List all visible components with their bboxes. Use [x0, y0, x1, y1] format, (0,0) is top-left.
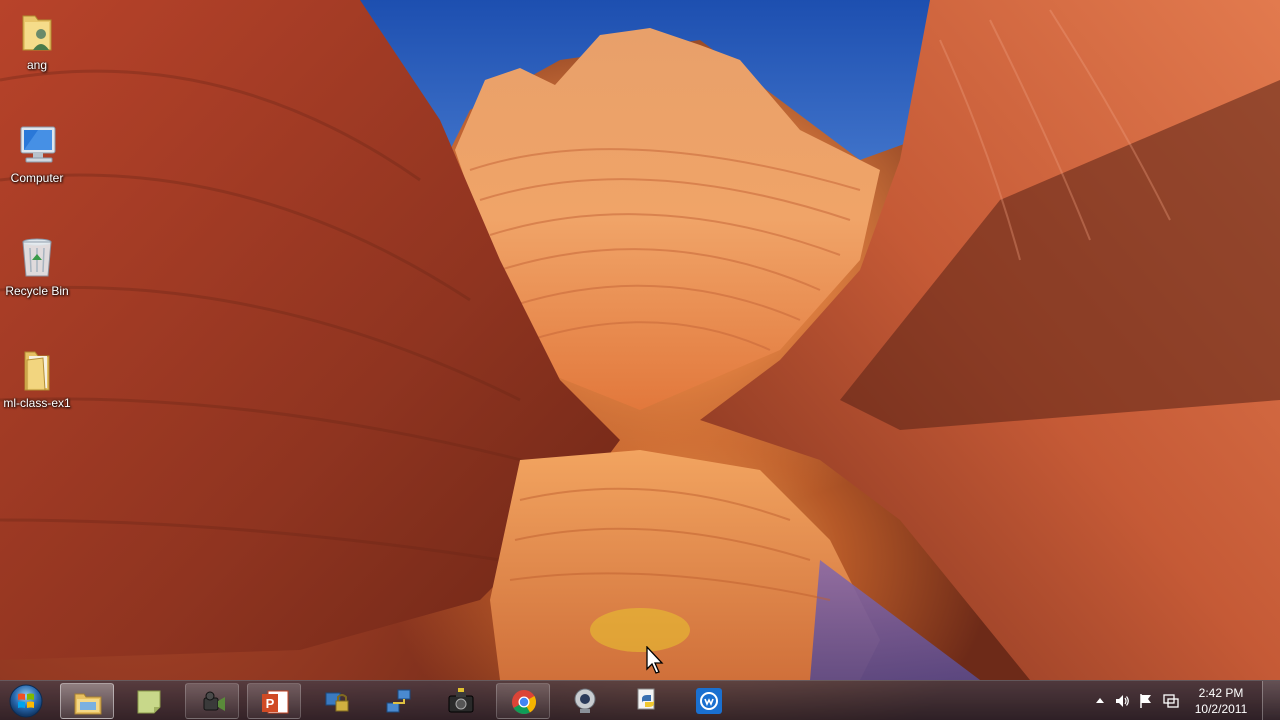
camcorder-icon	[203, 691, 225, 711]
computer-icon	[20, 126, 56, 163]
chrome-icon	[512, 690, 537, 715]
camera-icon	[448, 688, 474, 713]
network-lock-icon	[325, 692, 349, 712]
user-folder-icon	[22, 15, 52, 51]
file-explorer-icon	[74, 693, 102, 715]
desktop-icon-label: Recycle Bin	[5, 284, 69, 298]
powerpoint-icon: P	[262, 690, 289, 714]
start-button[interactable]	[7, 683, 45, 719]
taskbar-button-powerpoint[interactable]: P	[247, 683, 301, 719]
webcam-icon	[574, 688, 596, 713]
svg-text:P: P	[266, 696, 275, 711]
network-connect-icon	[386, 689, 411, 713]
taskbar-button-network-connect[interactable]	[372, 683, 426, 719]
taskbar-button-camera[interactable]	[434, 683, 488, 719]
taskbar-button-webex[interactable]	[682, 683, 736, 719]
show-hidden-icons-icon[interactable]	[1094, 693, 1106, 707]
desktop-wallpaper	[0, 0, 1280, 720]
taskbar-clock[interactable]: 2:42 PM 10/2/2011	[1188, 685, 1254, 717]
mouse-cursor-icon	[646, 646, 664, 674]
taskbar-button-chrome[interactable]	[496, 683, 550, 719]
webex-icon	[696, 688, 722, 714]
taskbar-button-sticky-notes[interactable]	[122, 683, 176, 719]
clock-time: 2:42 PM	[1198, 686, 1244, 700]
windows-start-icon	[9, 684, 43, 718]
desktop-icon-recycle-bin[interactable]: Recycle Bin	[0, 234, 74, 298]
desktop-icon-folder[interactable]: ml-class-ex1	[0, 346, 74, 410]
taskbar-button-camcorder[interactable]	[185, 683, 239, 719]
recycle-bin-icon	[22, 238, 52, 277]
show-desktop-button[interactable]	[1262, 681, 1280, 720]
desktop-icon-computer[interactable]: Computer	[0, 121, 74, 185]
desktop[interactable]: ang Computer Recycle Bin ml-class-ex1 P …	[0, 0, 1280, 720]
network-icon[interactable]	[1162, 693, 1180, 709]
folder-icon	[24, 351, 50, 391]
desktop-icon-label: ml-class-ex1	[3, 396, 71, 410]
taskbar-button-python[interactable]	[620, 683, 674, 719]
clock-date: 10/2/2011	[1194, 702, 1248, 716]
python-icon	[637, 688, 655, 710]
taskbar-button-network-lock[interactable]	[310, 683, 364, 719]
sticky-notes-icon	[137, 690, 161, 714]
desktop-icon-label: Computer	[10, 171, 64, 185]
desktop-icon-label: ang	[26, 58, 48, 72]
taskbar-button-file-explorer[interactable]	[60, 683, 114, 719]
desktop-icon-user-folder[interactable]: ang	[0, 8, 74, 72]
volume-icon[interactable]	[1114, 693, 1130, 709]
action-center-flag-icon[interactable]	[1138, 693, 1154, 709]
taskbar-button-webcam[interactable]	[558, 683, 612, 719]
taskbar: P 2:42 PM 10/2/2011	[0, 680, 1280, 720]
